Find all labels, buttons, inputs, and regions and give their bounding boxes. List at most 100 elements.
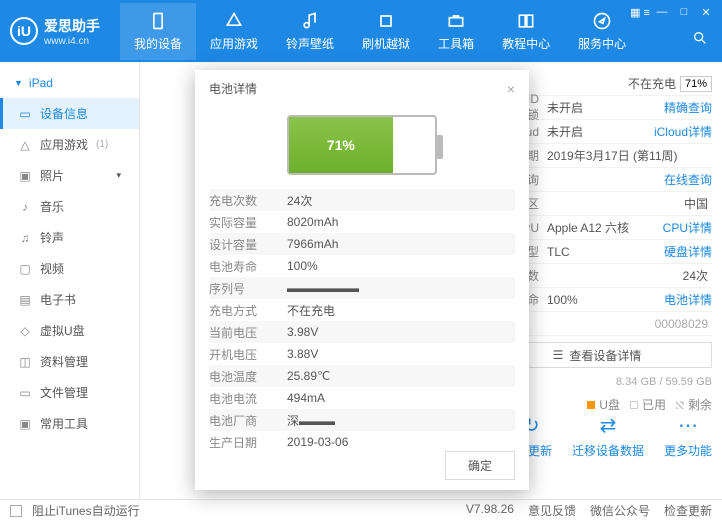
phone-icon bbox=[148, 11, 168, 31]
logo-icon: iU bbox=[10, 17, 38, 45]
search-icon[interactable] bbox=[692, 30, 708, 49]
detail-row: 电池温度25.89℃ bbox=[209, 365, 515, 387]
logo: iU 爱思助手 www.i4.cn bbox=[10, 16, 100, 47]
detail-label: 开机电压 bbox=[209, 346, 287, 363]
itunes-checkbox[interactable] bbox=[10, 505, 22, 517]
ok-button[interactable]: 确定 bbox=[445, 451, 515, 480]
folder-icon: ▭ bbox=[18, 386, 32, 400]
brand-name: 爱思助手 bbox=[44, 16, 100, 36]
music-icon: ♪ bbox=[18, 200, 32, 214]
sidebar-item-data[interactable]: ◫资料管理 bbox=[0, 346, 139, 377]
close-button[interactable]: ✕ bbox=[696, 4, 716, 20]
update-link[interactable]: 检查更新 bbox=[664, 502, 712, 519]
minimize-button[interactable]: — bbox=[652, 4, 672, 20]
close-icon[interactable]: × bbox=[507, 81, 515, 97]
nav-apps[interactable]: 应用游戏 bbox=[196, 3, 272, 60]
sidebar-item-video[interactable]: ▢视频 bbox=[0, 253, 139, 284]
detail-row: 生产日期2019-03-06 bbox=[209, 431, 515, 453]
disk-link[interactable]: 硬盘详情 bbox=[664, 243, 712, 260]
detail-label: 序列号 bbox=[209, 280, 287, 297]
detail-value: 2019-03-06 bbox=[287, 435, 348, 449]
detail-label: 生产日期 bbox=[209, 434, 287, 451]
detail-row: 电池厂商深▬▬▬ bbox=[209, 409, 515, 431]
device-header[interactable]: ▼iPad bbox=[0, 68, 139, 98]
battery-icon: 71% bbox=[287, 115, 437, 175]
apps-icon bbox=[224, 11, 244, 31]
detail-row: 充电方式不在充电 bbox=[209, 299, 515, 321]
legend-udisk-swatch bbox=[587, 401, 595, 409]
sidebar-item-device-info[interactable]: ▭设备信息 bbox=[0, 98, 139, 129]
brand-url: www.i4.cn bbox=[44, 36, 100, 47]
detail-value: 24次 bbox=[287, 192, 312, 209]
apps-icon: △ bbox=[18, 138, 32, 152]
compass-icon bbox=[592, 11, 612, 31]
detail-value: 3.88V bbox=[287, 347, 318, 361]
detail-label: 电池寿命 bbox=[209, 258, 287, 275]
battery-percent-badge: 71% bbox=[680, 76, 712, 92]
battery-fill: 71% bbox=[289, 117, 393, 173]
battery-visual: 71% bbox=[195, 107, 529, 189]
itunes-label: 阻止iTunes自动运行 bbox=[32, 502, 140, 519]
sidebar-item-ringtones[interactable]: ♫铃声 bbox=[0, 222, 139, 253]
detail-value: 不在充电 bbox=[287, 302, 335, 319]
menu-icon[interactable]: ▦ ≡ bbox=[630, 4, 650, 20]
nav-service[interactable]: 服务中心 bbox=[564, 3, 640, 60]
detail-row: 当前电压3.98V bbox=[209, 321, 515, 343]
detail-row: 开机电压3.88V bbox=[209, 343, 515, 365]
warranty-link[interactable]: 在线查询 bbox=[664, 171, 712, 188]
sidebar: ▼iPad ▭设备信息 △应用游戏(1) ▣照片▾ ♪音乐 ♫铃声 ▢视频 ▤电… bbox=[0, 62, 140, 499]
detail-label: 电池温度 bbox=[209, 368, 287, 385]
migrate-button[interactable]: ⇄迁移设备数据 bbox=[572, 413, 644, 459]
detail-row: 序列号▬▬▬▬▬▬ bbox=[209, 277, 515, 299]
modal-title-bar: 电池详情 × bbox=[195, 70, 529, 107]
sidebar-item-apps[interactable]: △应用游戏(1) bbox=[0, 129, 139, 160]
sidebar-item-udisk[interactable]: ◇虚拟U盘 bbox=[0, 315, 139, 346]
detail-row: 电池电流494mA bbox=[209, 387, 515, 409]
list-icon: ☰ bbox=[553, 348, 564, 362]
nav-tutorials[interactable]: 教程中心 bbox=[488, 3, 564, 60]
disk-icon: ◇ bbox=[18, 324, 32, 338]
more-tools-button[interactable]: ⋯更多功能 bbox=[664, 413, 712, 459]
detail-label: 当前电压 bbox=[209, 324, 287, 341]
nav-jailbreak[interactable]: 刷机越狱 bbox=[348, 3, 424, 60]
sidebar-item-tools[interactable]: ▣常用工具 bbox=[0, 408, 139, 439]
tools-icon: ▣ bbox=[18, 417, 32, 431]
chevron-icon: ▾ bbox=[116, 170, 121, 181]
book-icon: ▤ bbox=[18, 293, 32, 307]
nav-ringtones[interactable]: 铃声壁纸 bbox=[272, 3, 348, 60]
detail-value: ▬▬▬▬▬▬ bbox=[287, 281, 359, 295]
detail-value: 494mA bbox=[287, 391, 325, 405]
data-icon: ◫ bbox=[18, 355, 32, 369]
nav-my-device[interactable]: 我的设备 bbox=[120, 3, 196, 60]
detail-value: 100% bbox=[287, 259, 318, 273]
detail-value: 7966mAh bbox=[287, 237, 338, 251]
tools-row: ↻OS更新 ⇄迁移设备数据 ⋯更多功能 bbox=[511, 413, 712, 459]
sidebar-item-files[interactable]: ▭文件管理 bbox=[0, 377, 139, 408]
cpu-link[interactable]: CPU详情 bbox=[663, 219, 712, 236]
feedback-link[interactable]: 意见反馈 bbox=[528, 502, 576, 519]
battery-link[interactable]: 电池详情 bbox=[664, 291, 712, 308]
wechat-link[interactable]: 微信公众号 bbox=[590, 502, 650, 519]
detail-row: 实际容量8020mAh bbox=[209, 211, 515, 233]
more-icon: ⋯ bbox=[678, 413, 698, 438]
version-text: V7.98.26 bbox=[466, 502, 514, 519]
sidebar-item-ebook[interactable]: ▤电子书 bbox=[0, 284, 139, 315]
detail-label: 电池厂商 bbox=[209, 412, 287, 429]
detail-label: 充电次数 bbox=[209, 192, 287, 209]
detail-label: 电池电流 bbox=[209, 390, 287, 407]
video-icon: ▢ bbox=[18, 262, 32, 276]
book-icon bbox=[516, 11, 536, 31]
detail-row: 充电次数24次 bbox=[209, 189, 515, 211]
modal-title: 电池详情 bbox=[209, 80, 257, 97]
icloud-link[interactable]: iCloud详情 bbox=[654, 123, 712, 140]
toolbox-icon bbox=[446, 11, 466, 31]
nav-toolbox[interactable]: 工具箱 bbox=[424, 3, 488, 60]
detail-value: 25.89℃ bbox=[287, 369, 331, 383]
maximize-button[interactable]: □ bbox=[674, 4, 694, 20]
photo-icon: ▣ bbox=[18, 169, 32, 183]
migrate-icon: ⇄ bbox=[600, 413, 617, 438]
sidebar-item-photos[interactable]: ▣照片▾ bbox=[0, 160, 139, 191]
sidebar-item-music[interactable]: ♪音乐 bbox=[0, 191, 139, 222]
appleid-link[interactable]: 精确查询 bbox=[664, 99, 712, 116]
battery-detail-table: 充电次数24次实际容量8020mAh设计容量7966mAh电池寿命100%序列号… bbox=[195, 189, 529, 453]
